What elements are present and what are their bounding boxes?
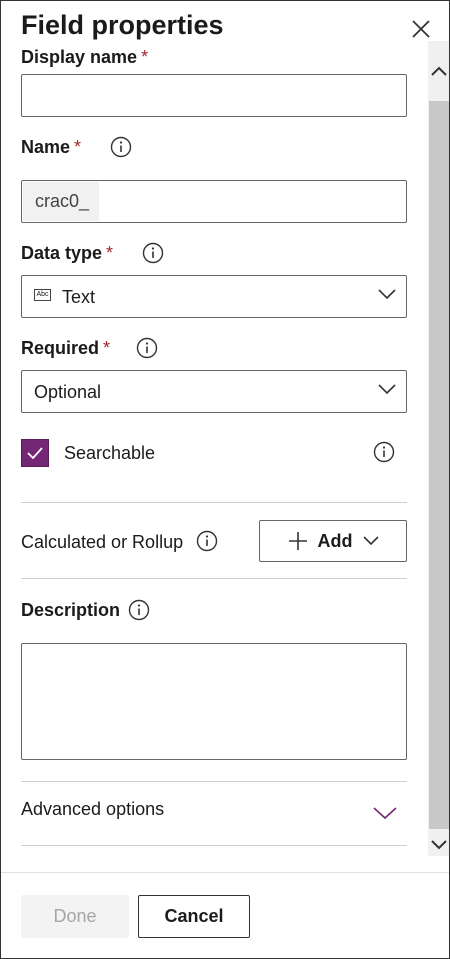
info-icon[interactable] bbox=[136, 337, 158, 359]
scroll-up-button[interactable] bbox=[429, 59, 449, 83]
data-type-label-text: Data type bbox=[21, 243, 103, 263]
info-icon[interactable] bbox=[196, 530, 218, 552]
name-label: Name * bbox=[21, 136, 81, 158]
data-type-dropdown[interactable]: Abc Text bbox=[21, 275, 407, 318]
display-name-label-text: Display name bbox=[21, 47, 138, 67]
chevron-up-icon bbox=[431, 66, 447, 76]
divider bbox=[21, 781, 407, 782]
chevron-down-icon bbox=[362, 536, 379, 546]
info-icon[interactable] bbox=[128, 599, 150, 621]
divider bbox=[21, 845, 407, 846]
chevron-down-icon bbox=[378, 289, 396, 300]
name-label-text: Name bbox=[21, 137, 71, 157]
required-label: Required * bbox=[21, 337, 110, 359]
plus-icon bbox=[288, 532, 307, 550]
data-type-label: Data type * bbox=[21, 242, 113, 264]
required-asterisk: * bbox=[141, 47, 149, 67]
required-value: Optional bbox=[34, 382, 102, 402]
required-dropdown[interactable]: Optional bbox=[21, 370, 407, 413]
advanced-options-label: Advanced options bbox=[21, 799, 165, 819]
required-asterisk: * bbox=[106, 243, 114, 263]
info-icon[interactable] bbox=[110, 136, 132, 158]
scroll-down-button[interactable] bbox=[429, 833, 449, 857]
required-asterisk: * bbox=[103, 338, 111, 358]
display-name-label: Display name * bbox=[21, 46, 148, 68]
close-icon bbox=[412, 20, 430, 38]
description-label: Description bbox=[21, 600, 121, 620]
name-prefix: crac0_ bbox=[23, 182, 99, 221]
panel-title: Field properties bbox=[21, 10, 224, 40]
done-button[interactable]: Done bbox=[21, 895, 129, 938]
checkmark-icon bbox=[27, 447, 43, 459]
add-button-label: Add bbox=[317, 530, 353, 551]
description-textarea[interactable] bbox=[21, 643, 407, 760]
divider bbox=[21, 578, 407, 579]
chevron-down-icon bbox=[431, 840, 447, 850]
chevron-down-icon bbox=[378, 384, 396, 395]
advanced-options-toggle[interactable]: Advanced options bbox=[21, 787, 407, 841]
required-asterisk: * bbox=[74, 137, 82, 157]
abc-text-icon: Abc bbox=[34, 289, 51, 301]
display-name-input[interactable] bbox=[21, 74, 407, 117]
footer-divider bbox=[1, 872, 449, 873]
cancel-button[interactable]: Cancel bbox=[138, 895, 250, 938]
info-icon[interactable] bbox=[373, 441, 395, 463]
data-type-value: Text bbox=[62, 287, 96, 307]
add-button[interactable]: Add bbox=[259, 520, 407, 562]
divider bbox=[21, 502, 407, 503]
chevron-down-icon bbox=[373, 807, 397, 820]
searchable-checkbox[interactable] bbox=[21, 439, 49, 467]
scrollbar-thumb[interactable] bbox=[429, 101, 449, 829]
field-properties-panel: Field properties Display name * Name * cra… bbox=[0, 0, 450, 959]
info-icon[interactable] bbox=[142, 242, 164, 264]
name-input[interactable]: crac0_ bbox=[21, 180, 407, 223]
searchable-label: Searchable bbox=[64, 443, 156, 463]
required-label-text: Required bbox=[21, 338, 100, 358]
calculated-rollup-label: Calculated or Rollup bbox=[21, 532, 184, 552]
